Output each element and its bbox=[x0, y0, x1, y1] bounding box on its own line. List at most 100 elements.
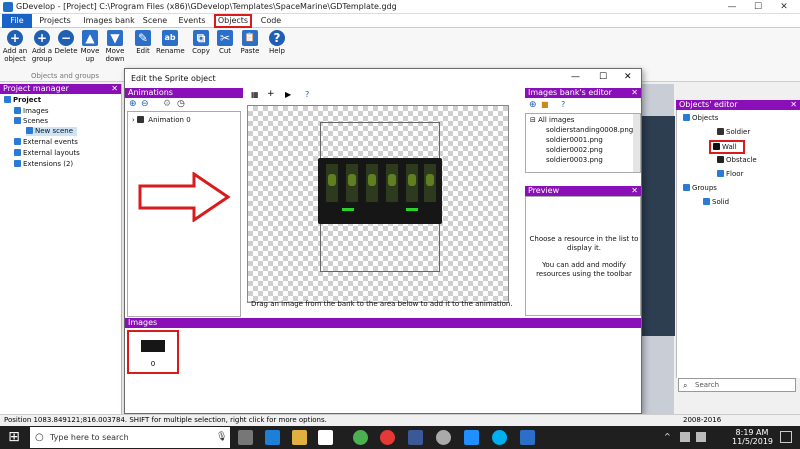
chrome-icon[interactable] bbox=[353, 430, 368, 445]
paste-button[interactable]: 📋 Paste bbox=[238, 30, 262, 55]
layouts-icon bbox=[14, 149, 21, 156]
group-solid[interactable]: Solid bbox=[703, 198, 729, 207]
wall-sprite[interactable] bbox=[318, 158, 442, 224]
tab-events[interactable]: Events bbox=[174, 14, 210, 28]
list-item[interactable]: soldier0001.png bbox=[546, 136, 603, 144]
remove-animation-button[interactable]: ⊖ bbox=[141, 99, 149, 109]
settings-icon[interactable] bbox=[436, 430, 451, 445]
objects-editor-panel: Objects Soldier Wall Obstacle Floor Grou… bbox=[676, 110, 800, 378]
list-item-all-images[interactable]: ⊟ All images bbox=[530, 116, 574, 124]
images-bank-header: Images bank's editor ✕ bbox=[525, 88, 641, 98]
close-button[interactable]: ✕ bbox=[624, 72, 632, 82]
help-icon: ? bbox=[269, 30, 285, 46]
extensions-icon bbox=[14, 160, 21, 167]
group-icon bbox=[703, 198, 710, 205]
help-icon[interactable]: ? bbox=[561, 100, 565, 109]
object-floor[interactable]: Floor bbox=[717, 170, 743, 179]
drag-hint: Drag an image from the bank to the area … bbox=[251, 300, 513, 308]
volume-icon[interactable] bbox=[696, 432, 706, 442]
settings-icon[interactable]: ⚙ bbox=[163, 99, 171, 109]
task-view-icon[interactable] bbox=[238, 430, 253, 445]
notifications-icon[interactable] bbox=[780, 431, 792, 443]
tab-images-bank[interactable]: Images bank bbox=[80, 14, 138, 28]
edit-icon: ✎ bbox=[135, 30, 151, 46]
object-wall[interactable]: Wall bbox=[709, 140, 745, 154]
help-button[interactable]: ? Help bbox=[266, 30, 288, 55]
taskbar: ⊞ ○ Type here to search 🎙 ^ 8:19 AM 11/5… bbox=[0, 426, 800, 449]
move-down-button[interactable]: ▼ Move down bbox=[104, 30, 126, 63]
maximize-button[interactable]: ☐ bbox=[599, 72, 607, 82]
ribbon-group-label: Objects and groups bbox=[30, 72, 100, 80]
network-icon[interactable] bbox=[680, 432, 690, 442]
copy-button[interactable]: ⧉ Copy bbox=[190, 30, 212, 55]
rename-button[interactable]: ab Rename bbox=[156, 30, 185, 55]
sprite-editor-dialog: Edit the Sprite object — ☐ ✕ Animations … bbox=[124, 68, 642, 414]
image-thumbnail[interactable]: 0 bbox=[127, 330, 179, 374]
tree-item-images[interactable]: Images bbox=[14, 107, 49, 116]
images-header: Images bbox=[125, 318, 641, 328]
scrollbar[interactable] bbox=[633, 114, 640, 172]
maximize-button[interactable]: ☐ bbox=[744, 0, 772, 14]
edge-browser-icon[interactable] bbox=[265, 430, 280, 445]
list-item[interactable]: soldier0002.png bbox=[546, 146, 603, 154]
close-button[interactable]: ✕ bbox=[770, 0, 798, 14]
tree-item-groups[interactable]: Groups bbox=[683, 184, 717, 193]
objects-search-input[interactable]: ⌕ Search bbox=[678, 378, 796, 392]
rename-icon: ab bbox=[162, 30, 178, 46]
add-object-button[interactable]: + Add an object bbox=[2, 30, 28, 63]
play-icon[interactable]: ▶ bbox=[285, 90, 291, 99]
skype-icon[interactable] bbox=[492, 430, 507, 445]
move-up-button[interactable]: ▲ Move up bbox=[80, 30, 100, 63]
delete-button[interactable]: − Delete bbox=[54, 30, 78, 55]
tab-projects[interactable]: Projects bbox=[34, 14, 76, 28]
close-icon[interactable]: ✕ bbox=[790, 100, 797, 110]
clock[interactable]: 8:19 AM 11/5/2019 bbox=[732, 428, 773, 446]
edit-button[interactable]: ✎ Edit bbox=[132, 30, 154, 55]
opera-icon[interactable] bbox=[380, 430, 395, 445]
tree-item-objects[interactable]: Objects bbox=[683, 114, 718, 123]
tree-item-external-layouts[interactable]: External layouts bbox=[14, 149, 80, 158]
project-manager-header: Project manager ✕ bbox=[0, 84, 121, 94]
microphone-icon[interactable]: 🎙 bbox=[216, 427, 227, 448]
file-explorer-icon[interactable] bbox=[292, 430, 307, 445]
facebook-icon[interactable] bbox=[408, 430, 423, 445]
tree-item-new-scene[interactable]: New scene bbox=[26, 127, 78, 136]
word-icon[interactable] bbox=[464, 430, 479, 445]
folder-icon[interactable]: ■ bbox=[541, 100, 549, 109]
store-icon[interactable] bbox=[318, 430, 333, 445]
add-animation-button[interactable]: ⊕ bbox=[129, 99, 137, 109]
tree-item-extensions[interactable]: Extensions (2) bbox=[14, 160, 73, 169]
tree-item-project[interactable]: Project bbox=[4, 96, 41, 105]
chevron-right-icon: › bbox=[132, 116, 135, 124]
grid-icon[interactable]: ▦ bbox=[251, 90, 259, 99]
list-item[interactable]: soldierstanding0008.png bbox=[546, 126, 633, 134]
minimize-button[interactable]: — bbox=[571, 72, 580, 82]
list-item[interactable]: soldier0003.png bbox=[546, 156, 603, 164]
gdevelop-taskbar-icon[interactable] bbox=[520, 430, 535, 445]
tray-chevron-icon[interactable]: ^ bbox=[664, 432, 671, 441]
cut-button[interactable]: ✂ Cut bbox=[214, 30, 236, 55]
add-icon[interactable]: + bbox=[267, 89, 275, 99]
animation-item[interactable]: › Animation 0 bbox=[132, 116, 191, 124]
tab-file[interactable]: File bbox=[2, 14, 32, 28]
tab-objects[interactable]: Objects bbox=[214, 14, 252, 28]
minimize-button[interactable]: — bbox=[718, 0, 746, 14]
windows-start-button[interactable]: ⊞ bbox=[0, 426, 28, 449]
help-icon[interactable]: ? bbox=[305, 90, 309, 99]
add-image-button[interactable]: ⊕ bbox=[529, 100, 537, 110]
close-icon[interactable]: ✕ bbox=[111, 84, 118, 94]
taskbar-search-input[interactable]: ○ Type here to search 🎙 bbox=[30, 427, 230, 448]
tree-item-external-events[interactable]: External events bbox=[14, 138, 78, 147]
object-soldier[interactable]: Soldier bbox=[717, 128, 750, 137]
events-icon bbox=[14, 138, 21, 145]
tree-item-scenes[interactable]: Scenes bbox=[14, 117, 48, 126]
add-group-button[interactable]: + Add a group bbox=[30, 30, 54, 63]
close-icon[interactable]: ✕ bbox=[631, 186, 638, 196]
tab-code[interactable]: Code bbox=[256, 14, 286, 28]
sprite-canvas[interactable] bbox=[247, 105, 509, 303]
tab-scene[interactable]: Scene bbox=[140, 14, 170, 28]
title-bar: GDevelop - [Project] C:\Program Files (x… bbox=[0, 0, 800, 14]
close-icon[interactable]: ✕ bbox=[631, 88, 638, 98]
clock-icon[interactable]: ◷ bbox=[177, 99, 185, 109]
object-obstacle[interactable]: Obstacle bbox=[717, 156, 757, 165]
